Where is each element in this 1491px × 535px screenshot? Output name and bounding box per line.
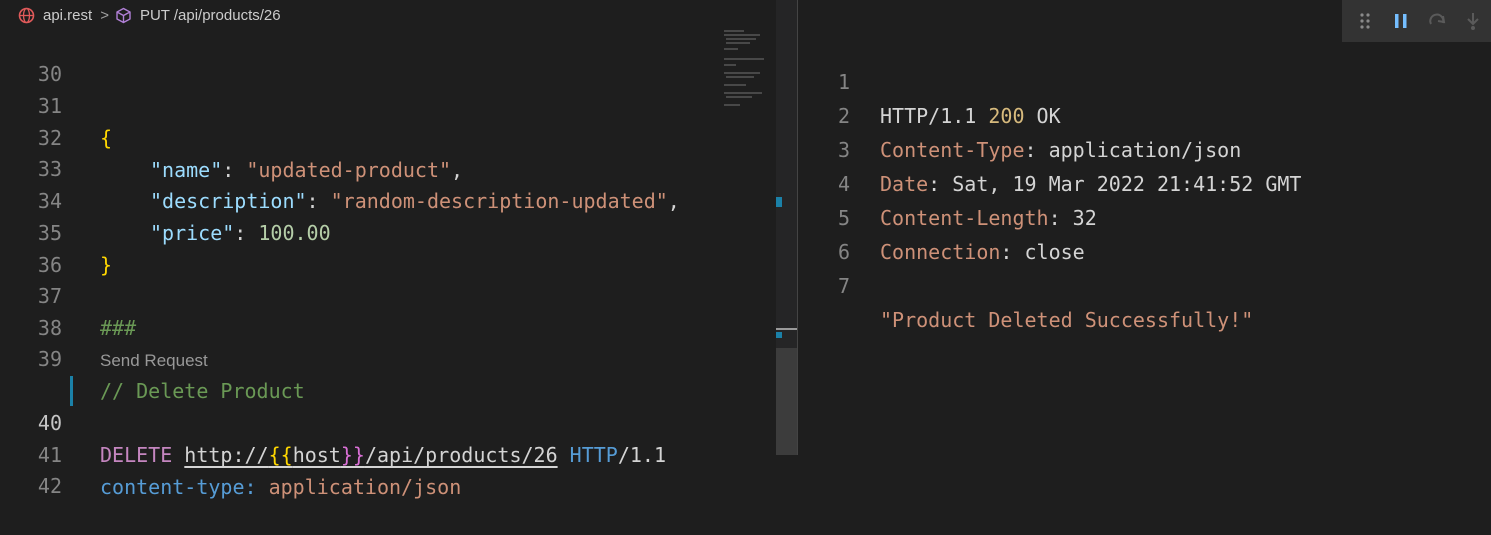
response-protocol: HTTP/1.1 (880, 104, 989, 128)
json-key: "name" (150, 158, 223, 182)
response-header-sep: : (1048, 206, 1073, 230)
scrollbar-marker (776, 197, 782, 207)
code-line-request: 40 DELETE http://{{host}}/api/products/2… (0, 375, 666, 467)
http-method: DELETE (100, 443, 173, 467)
minimap-line (724, 64, 736, 66)
json-brace: } (100, 253, 113, 277)
code-line: 32 "name": "updated-product", (0, 90, 463, 182)
minimap-line (726, 42, 750, 44)
json-value: 100.00 (258, 221, 331, 245)
template-close: }} (340, 443, 365, 467)
pause-icon[interactable] (1390, 10, 1412, 32)
minimap-line (724, 92, 762, 94)
json-value: "updated-product" (246, 158, 452, 182)
scrollbar-cursor-line (776, 328, 798, 330)
response-line: 3 Date: Sat, 19 Mar 2022 21:41:52 GMT (798, 99, 1302, 196)
json-comma: , (451, 158, 464, 182)
code-line: 31 { (0, 58, 112, 150)
drag-handle-icon[interactable] (1354, 10, 1376, 32)
response-line: 6 (798, 201, 850, 264)
breadcrumb-separator: > (100, 6, 109, 24)
http-keyword: HTTP (569, 443, 618, 467)
header-value: application/json (256, 475, 462, 499)
code-line: 39 // Delete Product (0, 311, 305, 403)
code-line: 36 (0, 217, 62, 277)
json-comma: , (667, 189, 680, 213)
response-header-value: Sat, 19 Mar 2022 21:41:52 GMT (952, 172, 1302, 196)
breadcrumb-symbol[interactable]: PUT /api/products/26 (140, 7, 281, 24)
breadcrumb: api.rest > PUT /api/products/26 (0, 0, 716, 30)
step-into-icon[interactable] (1462, 10, 1484, 32)
response-body: "Product Deleted Successfully!" (880, 308, 1254, 332)
debug-toolbar (1342, 0, 1491, 42)
line-number: 39 (37, 347, 62, 371)
code-line: 30 (0, 26, 62, 86)
response-header-value: application/json (1048, 138, 1242, 162)
response-header-value: close (1024, 240, 1085, 264)
response-status-code: 200 (988, 104, 1025, 128)
http-version: /1.1 (617, 443, 666, 467)
response-header-value: 32 (1072, 206, 1097, 230)
response-line: 2 Content-Type: application/json (798, 65, 1241, 162)
line-number: 7 (837, 274, 850, 298)
scrollbar-marker (776, 332, 782, 338)
code-line: 33 "description": "random-description-up… (0, 121, 680, 213)
code-line: 35 } (0, 185, 112, 277)
response-header-name: Connection (880, 240, 1001, 264)
response-line: 7 "Product Deleted Successfully!" (798, 235, 1253, 332)
scrollbar-thumb[interactable] (776, 348, 798, 455)
restart-icon[interactable] (1426, 10, 1448, 32)
response-pane: 1 HTTP/1.1 200 OK 2 Content-Type: applic… (798, 0, 1491, 455)
code-line: 41 content-type: application/json (0, 407, 461, 499)
header-name: content-type: (100, 475, 257, 499)
json-key: "price" (150, 221, 235, 245)
request-separator: ### (100, 316, 137, 340)
code-comment: // Delete Product (100, 379, 305, 403)
json-colon: : (222, 158, 247, 182)
minimap-line (724, 30, 744, 32)
response-header-name: Date (880, 172, 929, 196)
code-line: 42 (0, 438, 62, 498)
editor-scrollbar[interactable] (776, 0, 798, 455)
minimap-line (726, 96, 752, 98)
response-header-sep: : (1000, 240, 1025, 264)
url-scheme: http:// (184, 443, 269, 467)
minimap-line (724, 58, 764, 60)
send-request-codelens[interactable]: Send Request (100, 346, 208, 376)
minimap-line (726, 38, 756, 40)
globe-icon (18, 7, 35, 24)
line-number: 42 (37, 474, 62, 498)
template-variable: host (292, 443, 341, 467)
response-header-name: Content-Length (880, 206, 1049, 230)
minimap-line (724, 72, 760, 74)
minimap-line (724, 104, 740, 106)
response-line: 5 Connection: close (798, 167, 1085, 264)
minimap-line (724, 48, 738, 50)
response-line: 1 HTTP/1.1 200 OK (798, 31, 1061, 128)
json-brace: { (100, 126, 113, 150)
json-key: "description" (150, 189, 307, 213)
code-line: 38 (0, 280, 62, 340)
editor-pane: api.rest > PUT /api/products/26 30 31 { … (0, 0, 716, 499)
template-open: {{ (268, 443, 293, 467)
request-url[interactable]: http://{{host}}/api/products/26 (184, 443, 557, 467)
json-colon: : (306, 189, 331, 213)
minimap-line (726, 76, 754, 78)
minimap-line (724, 84, 746, 86)
json-colon: : (234, 221, 259, 245)
response-header-name: Content-Type (880, 138, 1025, 162)
response-line: 4 Content-Length: 32 (798, 133, 1097, 230)
response-header-sep: : (928, 172, 953, 196)
code-line: 34 "price": 100.00 (0, 153, 331, 245)
current-line-marker (70, 376, 73, 406)
minimap-line (724, 34, 760, 36)
breadcrumb-file[interactable]: api.rest (43, 7, 92, 24)
minimap[interactable] (716, 0, 776, 455)
url-path: /api/products/26 (364, 443, 558, 467)
cube-icon (115, 7, 132, 24)
code-line: 37 ### (0, 248, 136, 340)
response-header-sep: : (1024, 138, 1049, 162)
json-value: "random-description-updated" (330, 189, 668, 213)
response-status-text: OK (1024, 104, 1061, 128)
